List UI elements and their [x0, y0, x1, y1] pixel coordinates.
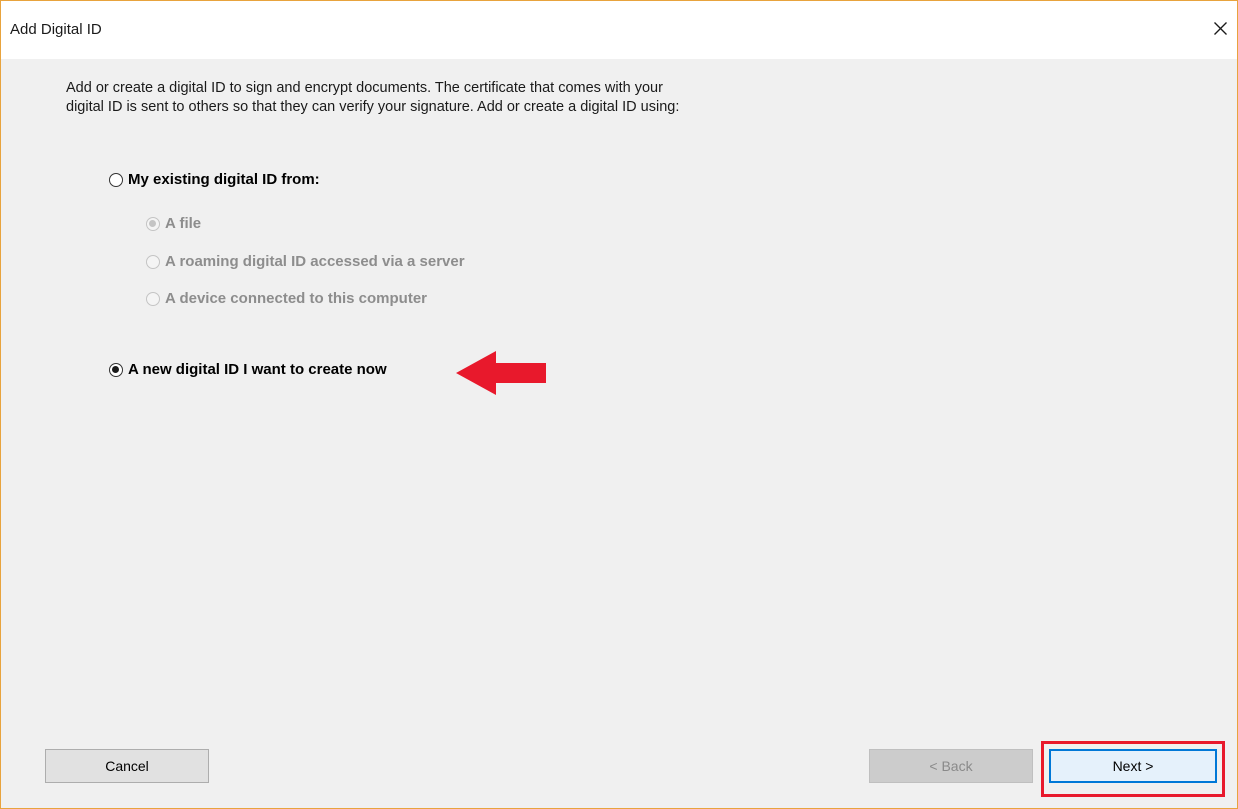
cancel-button-label: Cancel [105, 758, 149, 774]
radio-device-label: A device connected to this computer [165, 290, 427, 307]
dialog-content: Add or create a digital ID to sign and e… [1, 59, 1237, 808]
close-button[interactable] [1203, 11, 1237, 45]
intro-line-2: digital ID is sent to others so that the… [66, 99, 680, 115]
next-highlight-box [1041, 741, 1225, 797]
back-button-label: < Back [929, 758, 973, 774]
radio-disabled-icon [146, 291, 160, 306]
radio-roaming-digital-id: A roaming digital ID accessed via a serv… [146, 253, 465, 270]
intro-line-1: Add or create a digital ID to sign and e… [66, 80, 663, 96]
radio-disabled-icon [146, 254, 160, 269]
intro-text: Add or create a digital ID to sign and e… [66, 79, 866, 117]
add-digital-id-dialog: Add Digital ID Add or create a digital I… [0, 0, 1238, 809]
close-icon [1214, 22, 1227, 35]
radio-selected-disabled-icon [146, 216, 160, 231]
dialog-title: Add Digital ID [10, 21, 102, 38]
radio-device-connected: A device connected to this computer [146, 290, 427, 307]
title-bar: Add Digital ID [1, 1, 1237, 59]
radio-a-file-label: A file [165, 215, 202, 232]
radio-selected-icon [109, 362, 123, 377]
radio-a-file: A file [146, 215, 201, 232]
radio-new-digital-id[interactable]: A new digital ID I want to create now [109, 361, 387, 378]
radio-unselected-icon [109, 172, 123, 187]
back-button: < Back [869, 749, 1033, 783]
radio-new-id-label: A new digital ID I want to create now [128, 361, 387, 378]
radio-existing-label: My existing digital ID from: [128, 171, 320, 188]
red-arrow-icon [456, 351, 546, 395]
radio-existing-digital-id[interactable]: My existing digital ID from: [109, 171, 320, 188]
cancel-button[interactable]: Cancel [45, 749, 209, 783]
radio-roaming-label: A roaming digital ID accessed via a serv… [165, 253, 465, 270]
